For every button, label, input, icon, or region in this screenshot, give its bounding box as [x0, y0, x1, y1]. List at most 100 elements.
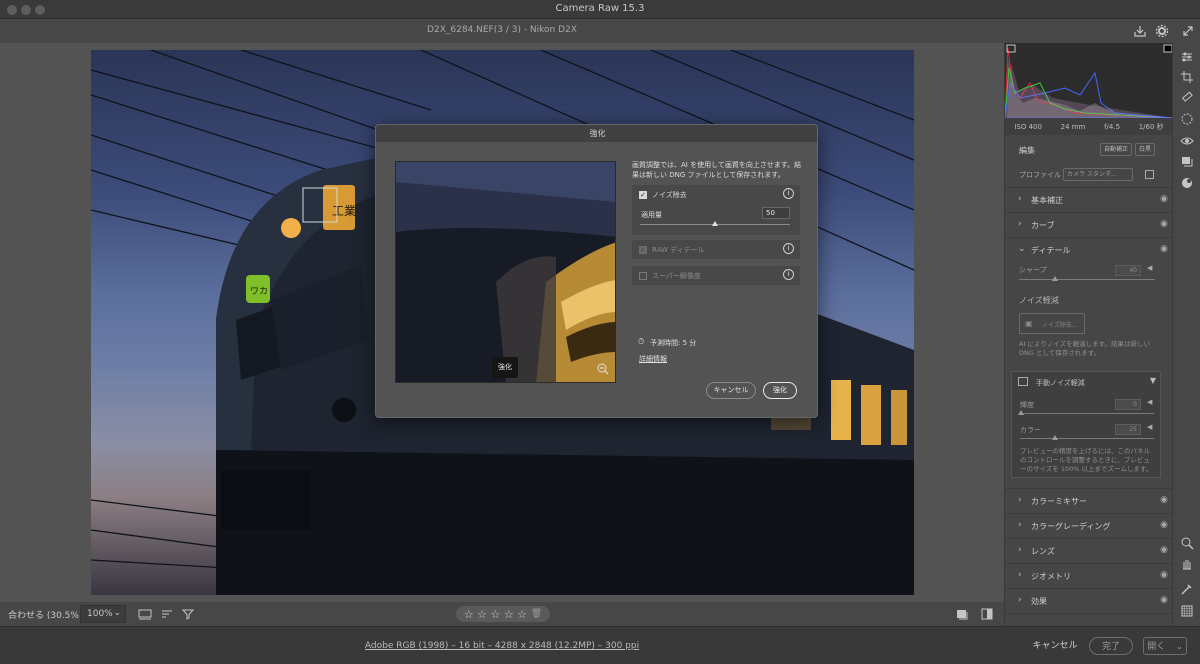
eye-icon[interactable]: ◉ — [1160, 219, 1168, 229]
more-info-link[interactable]: 詳細情報 — [639, 354, 667, 364]
camera-raw-window: Camera Raw 15.3 D2X_6284.NEF(3 / 3) - Ni… — [0, 0, 1200, 664]
chevron-right-icon: › — [1018, 545, 1022, 555]
edit-sliders-icon[interactable] — [1179, 49, 1195, 65]
eye-icon[interactable]: ◉ — [1160, 244, 1168, 254]
trash-icon[interactable]: 🗑 — [531, 609, 542, 619]
luminance-slider[interactable] — [1020, 413, 1154, 414]
eye-icon[interactable]: ◉ — [1160, 520, 1168, 530]
raw-detail-option: ✓ RAW ディテール i — [632, 240, 800, 259]
color-slider[interactable] — [1020, 438, 1154, 439]
denoise-checkbox[interactable]: ✓ — [639, 191, 647, 199]
color-slider-thumb[interactable] — [1052, 435, 1058, 440]
open-label: 開く — [1147, 642, 1166, 652]
before-after-icon[interactable] — [979, 606, 995, 622]
rating-stars[interactable]: ☆ ☆ ☆ ☆ ☆ — [464, 608, 527, 621]
triangle-icon[interactable]: ◀ — [1147, 423, 1152, 431]
luminance-value[interactable]: 0 — [1115, 399, 1141, 410]
camera-icon: ▣ — [1025, 319, 1033, 328]
eye-icon[interactable]: ◉ — [1160, 595, 1168, 605]
section-grading[interactable]: › カラーグレーディング ◉ — [1005, 513, 1172, 537]
info-icon[interactable]: i — [783, 269, 794, 280]
hand-icon[interactable] — [1179, 556, 1195, 572]
download-icon[interactable] — [1133, 24, 1147, 38]
chevron-right-icon: › — [1018, 194, 1022, 204]
section-geometry[interactable]: › ジオメトリ ◉ — [1005, 563, 1172, 587]
snapshots-icon[interactable] — [1179, 153, 1195, 169]
triangle-icon[interactable]: ◀ — [1147, 398, 1152, 406]
zoom-out-icon[interactable] — [596, 362, 610, 376]
sort-icon[interactable] — [159, 606, 175, 622]
fit-zoom-label[interactable]: 合わせる (30.5%) — [8, 608, 82, 621]
super-resolution-option: スーパー解像度 i — [632, 266, 800, 285]
preview-badge[interactable]: 強化 — [492, 357, 518, 378]
denoise-option: ✓ ノイズ除去 i 適用量 50 — [632, 185, 800, 235]
workflow-options-link[interactable]: Adobe RGB (1998) – 16 bit – 4288 x 2848 … — [0, 641, 1004, 651]
sharpen-slider[interactable] — [1019, 279, 1155, 280]
eye-icon[interactable]: ◉ — [1160, 194, 1168, 204]
cancel-button[interactable]: キャンセル — [1030, 637, 1080, 655]
zoom-select[interactable]: 100% ⌄ — [80, 605, 126, 623]
dialog-cancel-button[interactable]: キャンセル — [706, 382, 756, 399]
enhance-description: 画質調整では、AI を使用して画質を向上させます。結果は新しい DNG ファイル… — [632, 161, 802, 179]
chevron-right-icon: › — [1018, 219, 1022, 229]
section-effects[interactable]: › 効果 ◉ — [1005, 588, 1172, 612]
red-eye-icon[interactable] — [1179, 133, 1195, 149]
done-button[interactable]: 完了 — [1089, 637, 1133, 655]
luminance-slider-thumb[interactable] — [1018, 410, 1024, 415]
super-resolution-checkbox[interactable] — [639, 272, 647, 280]
chevron-down-icon[interactable]: ▼ — [1150, 376, 1156, 385]
crop-icon[interactable] — [1179, 69, 1195, 85]
star-rating[interactable]: ☆ ☆ ☆ ☆ ☆ 🗑 — [456, 606, 550, 622]
auto-button[interactable]: 自動補正 — [1100, 143, 1133, 156]
section-lens[interactable]: › レンズ ◉ — [1005, 538, 1172, 562]
healing-brush-icon[interactable] — [1179, 89, 1195, 105]
grid-icon — [1018, 377, 1028, 386]
chevron-right-icon: › — [1018, 595, 1022, 605]
amount-slider-thumb[interactable] — [712, 221, 718, 226]
triangle-icon[interactable]: ◀ — [1147, 264, 1152, 272]
info-icon[interactable]: i — [783, 243, 794, 254]
sharpen-label: シャープ — [1019, 266, 1047, 274]
sharpen-slider-thumb[interactable] — [1052, 276, 1058, 281]
amount-value[interactable]: 50 — [762, 207, 790, 219]
section-more[interactable] — [1005, 613, 1172, 626]
sharpen-value[interactable]: 40 — [1115, 265, 1141, 276]
eye-icon[interactable]: ◉ — [1160, 570, 1168, 580]
profile-browser-icon[interactable] — [1145, 170, 1154, 179]
gear-icon[interactable] — [1155, 24, 1169, 38]
section-basic[interactable]: › 基本補正 ◉ — [1005, 187, 1172, 211]
section-curve-label: カーブ — [1031, 221, 1055, 230]
eye-icon[interactable]: ◉ — [1160, 545, 1168, 555]
section-curve[interactable]: › カーブ ◉ — [1005, 212, 1172, 236]
exif-aperture: f/4.5 — [1104, 122, 1121, 131]
profile-select[interactable]: カメラ スタンダ… — [1063, 168, 1133, 181]
file-name: D2X_6284.NEF(3 / 3) - Nikon D2X — [427, 25, 577, 35]
denoise-button[interactable]: ▣ ノイズ除去... — [1019, 313, 1085, 334]
info-icon[interactable]: i — [783, 188, 794, 199]
presets-icon[interactable] — [1179, 175, 1195, 191]
section-basic-label: 基本補正 — [1031, 196, 1063, 205]
filmstrip-icon[interactable] — [137, 606, 153, 622]
zoom-icon[interactable] — [1179, 535, 1195, 551]
chevron-down-icon[interactable]: ⌄ — [1176, 642, 1183, 651]
section-mixer[interactable]: › カラーミキサー ◉ — [1005, 488, 1172, 512]
enhance-button[interactable]: 強化 — [763, 382, 797, 399]
expand-icon[interactable] — [1181, 24, 1195, 38]
grid-icon[interactable] — [1179, 603, 1195, 619]
amount-label: 適用量 — [641, 211, 662, 219]
open-button[interactable]: 開く ⌄ — [1143, 637, 1187, 655]
manual-noise-title: 手動ノイズ軽減 — [1036, 379, 1085, 387]
chevron-right-icon: › — [1018, 495, 1022, 505]
masking-icon[interactable] — [1179, 111, 1195, 127]
snapshot-icon[interactable] — [954, 606, 970, 622]
exif-bar: ISO 400 24 mm f/4.5 1/60 秒 — [1005, 118, 1172, 135]
eyedropper-icon[interactable] — [1179, 581, 1195, 597]
eye-icon[interactable]: ◉ — [1160, 495, 1168, 505]
footer-bar: Adobe RGB (1998) – 16 bit – 4288 x 2848 … — [0, 626, 1200, 664]
enhance-preview[interactable]: 強化 — [395, 161, 616, 383]
filter-icon[interactable] — [180, 606, 196, 622]
bw-button[interactable]: 白黒 — [1135, 143, 1156, 156]
section-detail[interactable]: ⌄ ディテール ◉ — [1005, 237, 1172, 261]
color-value[interactable]: 25 — [1115, 424, 1141, 435]
raw-detail-checkbox[interactable]: ✓ — [639, 246, 647, 254]
